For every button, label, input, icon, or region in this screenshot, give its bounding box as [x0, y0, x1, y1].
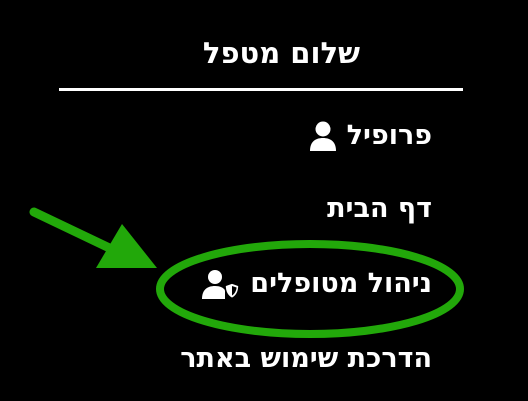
- menu-item-site-guide[interactable]: הדרכת שימוש באתר: [180, 343, 432, 374]
- menu-item-label: הדרכת שימוש באתר: [180, 343, 432, 374]
- side-menu: שלום מטפל פרופיל דף הבית ניהול מטופלים ה…: [0, 0, 528, 401]
- greeting-title: שלום מטפל: [202, 36, 360, 70]
- divider: [59, 88, 463, 91]
- menu-item-label: פרופיל: [346, 120, 432, 151]
- menu-item-label: דף הבית: [327, 193, 432, 224]
- menu-item-profile[interactable]: פרופיל: [309, 120, 432, 151]
- menu-item-home[interactable]: דף הבית: [327, 193, 432, 224]
- menu-item-label: ניהול מטופלים: [250, 268, 432, 299]
- user-shield-icon: [202, 269, 241, 299]
- menu-item-manage-patients[interactable]: ניהול מטופלים: [202, 268, 432, 299]
- user-icon: [309, 121, 337, 151]
